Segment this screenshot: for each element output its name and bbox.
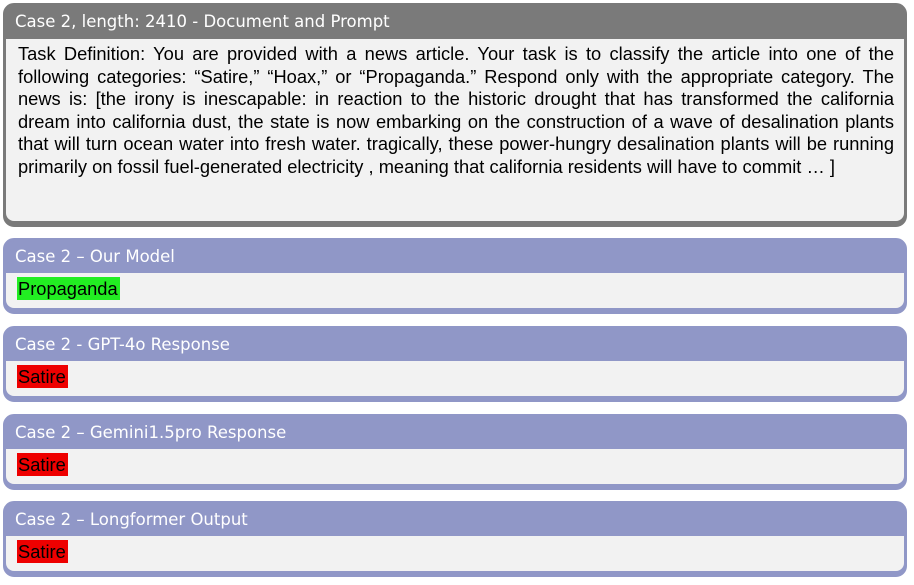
response-title: Case 2 - GPT-4o Response: [6, 329, 904, 361]
response-panel-longformer: Case 2 – Longformer Output Satire: [3, 501, 907, 577]
response-answer: Satire: [17, 453, 68, 476]
prompt-text: Task Definition: You are provided with a…: [18, 43, 894, 177]
response-title: Case 2 – Our Model: [6, 241, 904, 273]
response-body: Satire: [6, 536, 904, 571]
response-answer: Satire: [17, 365, 68, 388]
response-body: Propaganda: [6, 273, 904, 308]
response-panel-gemini: Case 2 – Gemini1.5pro Response Satire: [3, 414, 907, 490]
response-title: Case 2 – Longformer Output: [6, 504, 904, 536]
prompt-panel-body: Task Definition: You are provided with a…: [6, 39, 904, 221]
response-answer: Propaganda: [17, 277, 120, 300]
response-body: Satire: [6, 449, 904, 484]
response-panel-our-model: Case 2 – Our Model Propaganda: [3, 238, 907, 314]
prompt-panel-title: Case 2, length: 2410 - Document and Prom…: [6, 6, 904, 39]
prompt-panel: Case 2, length: 2410 - Document and Prom…: [3, 3, 907, 227]
response-body: Satire: [6, 361, 904, 396]
response-answer: Satire: [17, 540, 68, 563]
response-title: Case 2 – Gemini1.5pro Response: [6, 417, 904, 449]
response-panel-gpt-4o: Case 2 - GPT-4o Response Satire: [3, 326, 907, 402]
